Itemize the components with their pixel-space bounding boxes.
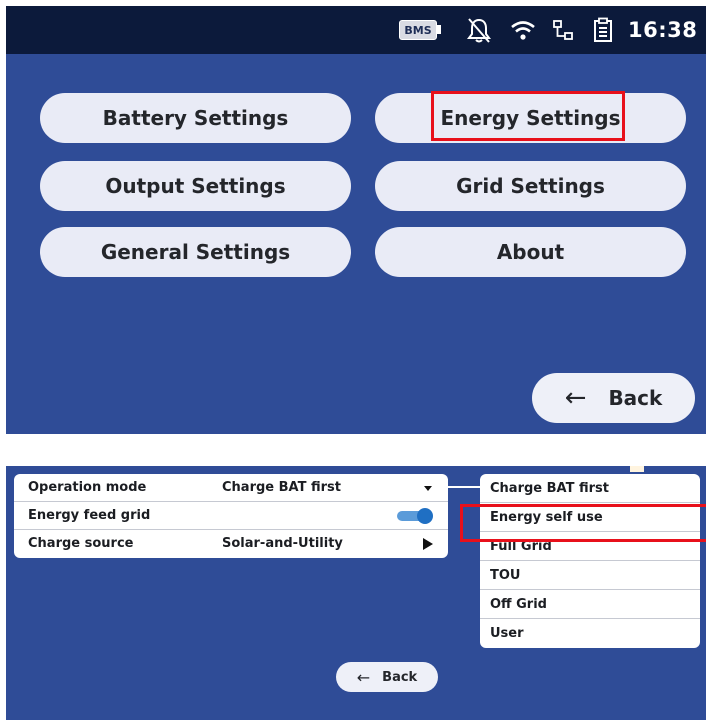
back-arrow-icon: ← xyxy=(356,667,371,687)
energy-self-use-highlight xyxy=(460,504,706,542)
option-charge-bat-first[interactable]: Charge BAT first xyxy=(480,474,700,503)
bms-battery-icon: BMS xyxy=(399,20,437,40)
settings-menu-screen: BMS 16:38 Battery Settings Energy Settin… xyxy=(6,6,706,434)
energy-settings-screen: Operation mode Charge BAT first Energy f… xyxy=(6,466,706,720)
back-label: Back xyxy=(382,669,418,685)
energy-feed-grid-label: Energy feed grid xyxy=(28,508,151,523)
back-arrow-icon: ← xyxy=(564,383,587,413)
operation-mode-value: Charge BAT first xyxy=(222,480,341,495)
clipboard-icon xyxy=(586,6,620,54)
wifi-icon xyxy=(506,6,540,54)
option-tou[interactable]: TOU xyxy=(480,561,700,590)
energy-feed-grid-row: Energy feed grid xyxy=(14,502,448,530)
general-settings-button[interactable]: General Settings xyxy=(40,227,351,277)
network-icon xyxy=(546,6,580,54)
charge-source-label: Charge source xyxy=(28,536,134,551)
operation-mode-label: Operation mode xyxy=(28,480,147,495)
option-user[interactable]: User xyxy=(480,619,700,648)
charge-source-value: Solar-and-Utility xyxy=(222,536,343,551)
back-label: Back xyxy=(608,386,663,410)
toggle-knob xyxy=(417,508,433,524)
output-settings-button[interactable]: Output Settings xyxy=(40,161,351,211)
operation-mode-options: Charge BAT first Energy self use Full Gr… xyxy=(480,474,700,648)
submenu-arrow-icon[interactable] xyxy=(423,538,433,550)
alarm-off-icon xyxy=(462,6,496,54)
battery-settings-button[interactable]: Battery Settings xyxy=(40,93,351,143)
about-button[interactable]: About xyxy=(375,227,686,277)
decorative-bar xyxy=(630,466,644,472)
energy-feed-grid-toggle[interactable] xyxy=(397,508,433,524)
grid-settings-button[interactable]: Grid Settings xyxy=(375,161,686,211)
charge-source-row[interactable]: Charge source Solar-and-Utility xyxy=(14,530,448,558)
operation-mode-row[interactable]: Operation mode Charge BAT first xyxy=(14,474,448,502)
status-bar: BMS 16:38 xyxy=(6,6,706,54)
bms-label: BMS xyxy=(404,23,432,37)
energy-settings-highlight xyxy=(431,91,625,141)
dropdown-caret-icon[interactable] xyxy=(424,486,432,491)
clock-time: 16:38 xyxy=(628,18,698,42)
back-button[interactable]: ← Back xyxy=(532,373,695,423)
back-button-small[interactable]: ← Back xyxy=(336,662,438,692)
option-off-grid[interactable]: Off Grid xyxy=(480,590,700,619)
bms-battery-tip xyxy=(437,25,441,34)
settings-list: Operation mode Charge BAT first Energy f… xyxy=(14,474,448,558)
